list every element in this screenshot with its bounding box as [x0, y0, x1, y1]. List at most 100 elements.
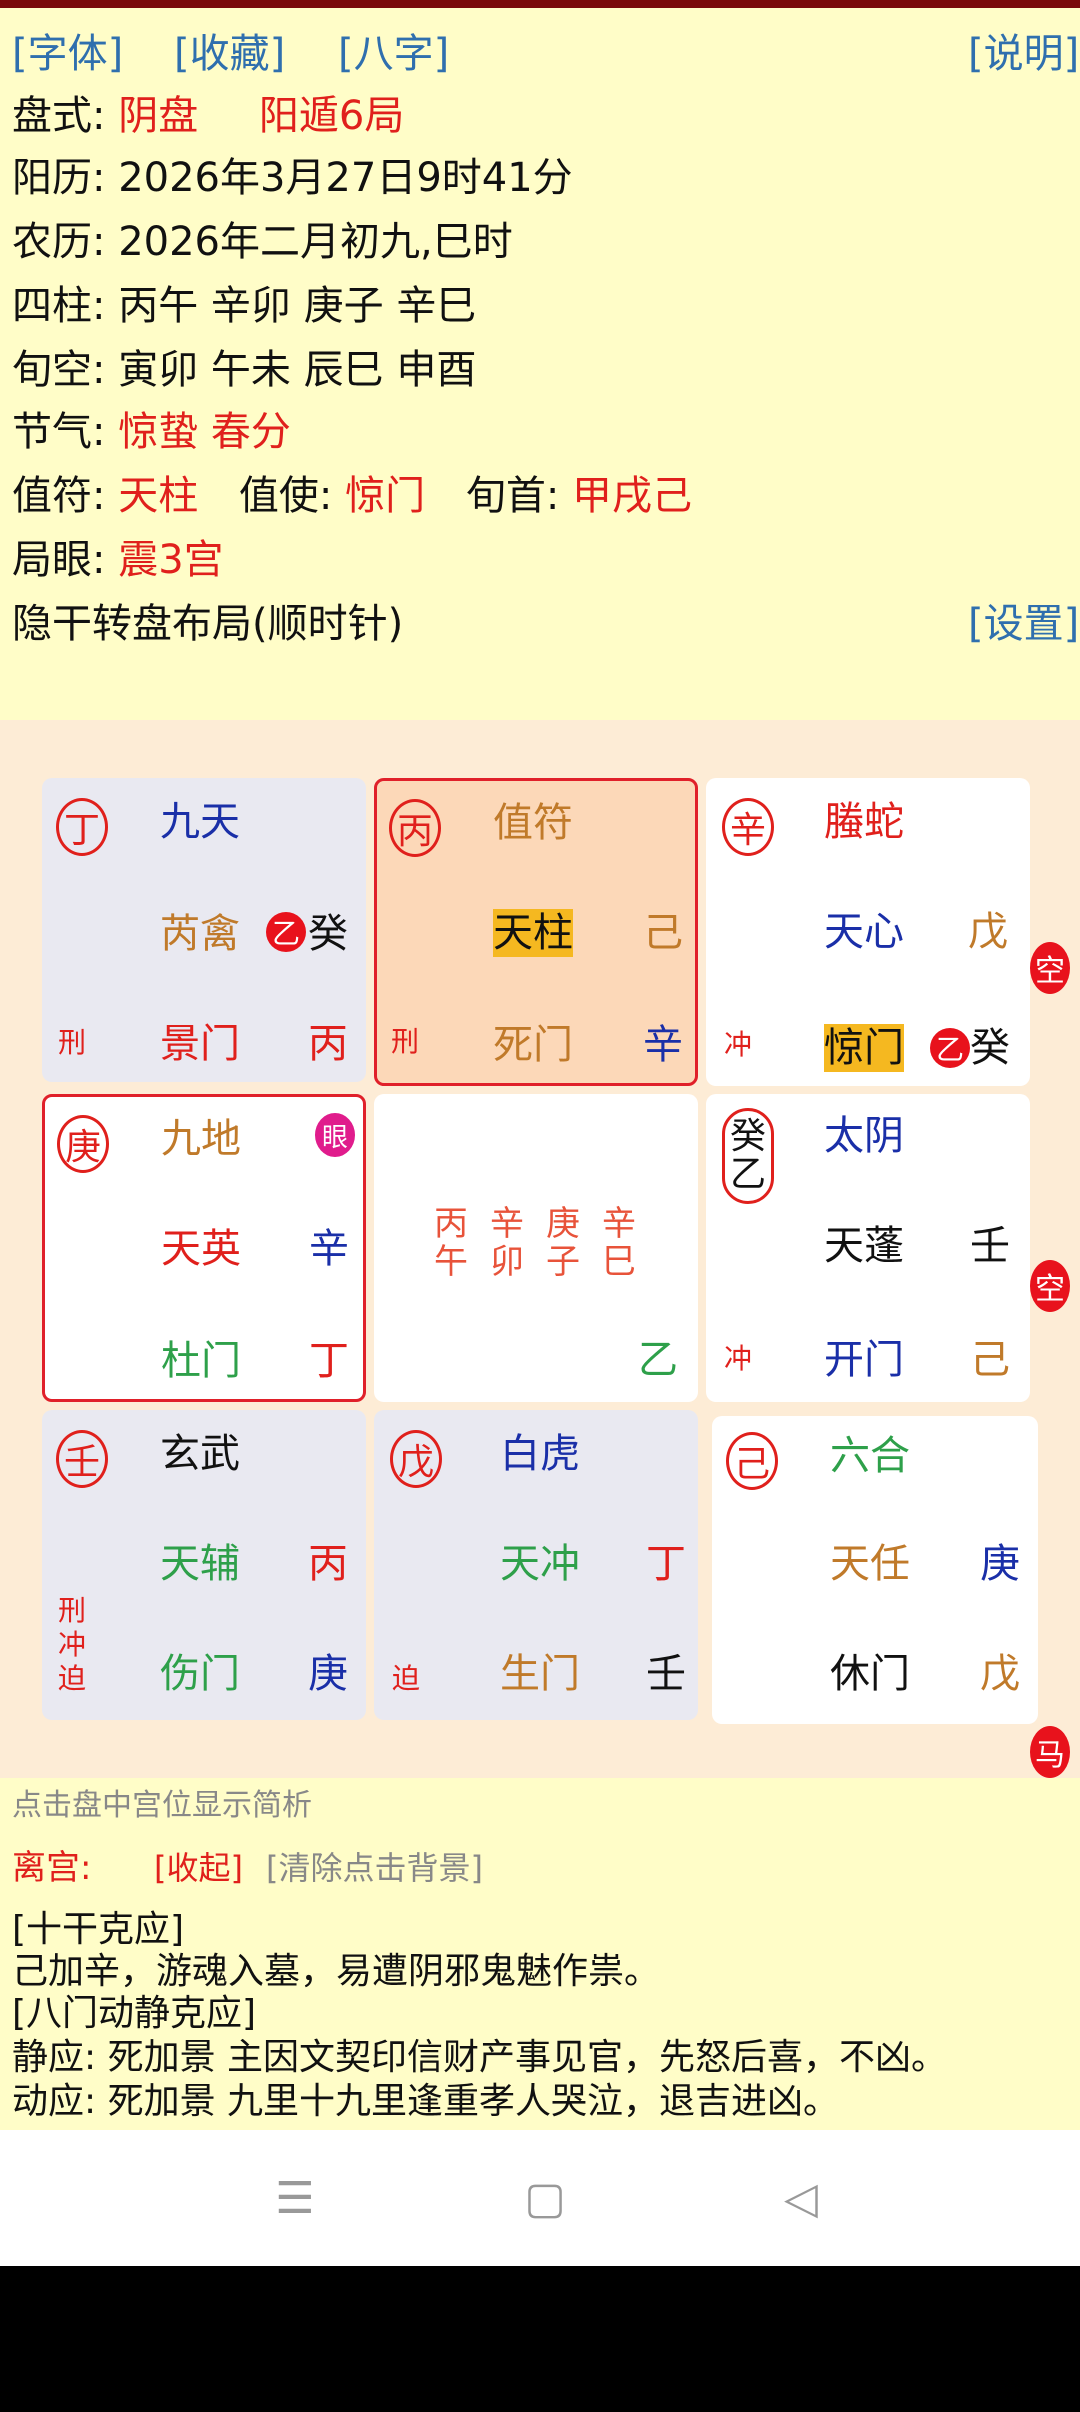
- jieqi-row: 节气: 惊蛰 春分: [12, 408, 291, 456]
- font-button[interactable]: [字体]: [12, 30, 123, 78]
- palace-door: 景门: [160, 1021, 240, 1067]
- pillar-3-gan: 庚: [546, 1204, 580, 1244]
- palace-door: 开门: [824, 1337, 904, 1383]
- palace-tag: 迫: [58, 1662, 87, 1695]
- pillar-2-zhi: 卯: [490, 1242, 524, 1282]
- palace-tag: 刑: [58, 1594, 87, 1627]
- palace-kan[interactable]: 戊 白虎 天冲 丁 迫 生门 壬: [374, 1410, 698, 1720]
- static-response: 静应: 死加景 主因文契印信财产事见官，先怒后喜，不凶。: [12, 2037, 948, 2078]
- palace-god: 太阴: [824, 1113, 904, 1159]
- palace-star: 天心: [824, 909, 904, 955]
- palace-gan-circle: 庚: [57, 1115, 109, 1173]
- settings-button[interactable]: [设置]: [968, 600, 1079, 648]
- four-pillars: 四柱: 丙午 辛卯 庚子 辛巳: [12, 283, 477, 329]
- palace-door: 死门: [493, 1022, 573, 1068]
- palace-gen[interactable]: 壬 玄武 天辅 丙 刑 冲 迫 伤门 庚: [42, 1410, 366, 1720]
- panshi-row: 盘式: 阴盘 阳遁6局: [12, 92, 404, 140]
- layout-description: 隐干转盘布局(顺时针): [12, 601, 404, 647]
- palace-xun[interactable]: 丁 九天 芮禽 乙 癸 刑 景门 丙: [42, 778, 366, 1082]
- palace-star: 天任: [830, 1541, 910, 1587]
- star-gan: 癸: [308, 911, 348, 957]
- palace-gan-circle: 壬: [56, 1430, 108, 1488]
- xunshou-label: 旬首:: [465, 473, 560, 519]
- star-gan: 己: [643, 910, 683, 956]
- door-gan: 己: [970, 1337, 1010, 1383]
- palace-tag: 迫: [392, 1662, 421, 1695]
- juyan-row: 局眼: 震3宫: [12, 536, 224, 584]
- status-bar-strip: [0, 0, 1080, 8]
- section-title-eight-doors: [八门动静克应]: [12, 1993, 257, 2034]
- door-gan: 壬: [646, 1651, 686, 1697]
- palace-qian[interactable]: 己 六合 天任 庚 休门 戊: [712, 1416, 1038, 1724]
- pillar-1-zhi: 午: [434, 1242, 468, 1282]
- door-gan: 戊: [980, 1651, 1020, 1697]
- palace-star: 天蓬: [824, 1223, 904, 1269]
- palace-tag: 冲: [724, 1028, 753, 1061]
- juyan-value: 震3宫: [118, 537, 224, 583]
- palace-gan-top: 癸: [729, 1116, 766, 1157]
- door-gan: 癸: [970, 1025, 1010, 1071]
- solar-date: 阳历: 2026年3月27日9时41分: [12, 155, 573, 201]
- palace-door: 杜门: [161, 1338, 241, 1384]
- favorites-button[interactable]: [收藏]: [174, 30, 285, 78]
- star-gan: 庚: [980, 1541, 1020, 1587]
- panshi-value: 阴盘: [118, 93, 199, 139]
- juyan-label: 局眼:: [12, 537, 106, 583]
- palace-star: 天冲: [500, 1541, 580, 1587]
- pillar-3-zhi: 子: [546, 1242, 580, 1282]
- palace-god: 玄武: [160, 1431, 240, 1477]
- palace-door: 休门: [830, 1651, 910, 1697]
- clear-background-button[interactable]: [清除点击背景]: [266, 1844, 483, 1892]
- pillar-4-gan: 辛: [602, 1204, 636, 1244]
- palace-gan-circle: 丁: [56, 798, 108, 856]
- jieqi-value: 惊蛰 春分: [118, 409, 291, 455]
- palace-li[interactable]: 丙 值符 天柱 己 刑 死门 辛: [374, 778, 698, 1086]
- home-icon[interactable]: ▢: [500, 2130, 590, 2266]
- palace-star-highlighted: 天柱: [493, 909, 573, 957]
- palace-dui[interactable]: 癸 乙 太阴 天蓬 壬 冲 开门 己: [706, 1094, 1030, 1402]
- palace-god: 白虎: [500, 1431, 580, 1477]
- door-gan: 丙: [308, 1021, 348, 1067]
- menu-icon[interactable]: ☰: [250, 2130, 340, 2266]
- palace-god: 值符: [493, 800, 573, 846]
- zhifu-label: 值符:: [12, 473, 106, 519]
- collapse-button[interactable]: [收起]: [154, 1844, 243, 1892]
- palace-star: 芮禽: [160, 911, 240, 957]
- palace-name: 离宫:: [12, 1848, 92, 1888]
- back-icon[interactable]: ◁: [756, 2130, 846, 2266]
- hidden-gan-badge: 乙: [266, 912, 306, 952]
- palace-god: 九地: [161, 1116, 241, 1162]
- dun-value: 阳遁6局: [258, 93, 405, 139]
- xunshou-value: 甲戌己: [572, 473, 693, 519]
- section-title-ten-gan: [十干克应]: [12, 1909, 185, 1950]
- bazi-button[interactable]: [八字]: [338, 30, 449, 78]
- palace-center[interactable]: 丙 午 辛 卯 庚 子 辛 巳 乙: [374, 1094, 698, 1402]
- star-gan: 辛: [309, 1226, 349, 1272]
- palace-door: 伤门: [160, 1651, 240, 1697]
- palace-gan-double: 癸 乙: [722, 1108, 774, 1204]
- palace-star: 天辅: [160, 1541, 240, 1587]
- zhishi-value: 惊门: [345, 473, 426, 519]
- palace-star: 天英: [161, 1226, 241, 1272]
- palace-gan-circle: 辛: [722, 798, 774, 856]
- help-button[interactable]: [说明]: [968, 30, 1079, 78]
- palace-god: 螣蛇: [824, 799, 904, 845]
- section-text-ten-gan: 己加辛，游魂入墓，易遭阴邪鬼魅作祟。: [12, 1951, 661, 1992]
- dynamic-response: 动应: 死加景 九里十九里逢重孝人哭泣，退吉进凶。: [12, 2081, 840, 2122]
- door-gan: 丁: [309, 1338, 349, 1384]
- eye-badge: 眼: [315, 1113, 355, 1157]
- star-gan: 丙: [308, 1541, 348, 1587]
- hidden-gan-badge: 乙: [930, 1028, 970, 1068]
- lunar-date: 农历: 2026年二月初九,巳时: [12, 219, 513, 265]
- pillar-1-gan: 丙: [434, 1204, 468, 1244]
- door-gan: 辛: [643, 1022, 683, 1068]
- star-gan: 壬: [970, 1223, 1010, 1269]
- palace-tag: 冲: [724, 1342, 753, 1375]
- palace-kun[interactable]: 辛 螣蛇 天心 戊 冲 惊门 乙 癸: [706, 778, 1030, 1086]
- bottom-black-area: [0, 2266, 1080, 2412]
- jieqi-label: 节气:: [12, 409, 106, 455]
- palace-god: 六合: [830, 1433, 910, 1479]
- palace-zhen[interactable]: 庚 九地 眼 天英 辛 杜门 丁: [42, 1094, 366, 1402]
- ma-marker: 马: [1030, 1726, 1070, 1778]
- palace-tag: 刑: [391, 1025, 420, 1058]
